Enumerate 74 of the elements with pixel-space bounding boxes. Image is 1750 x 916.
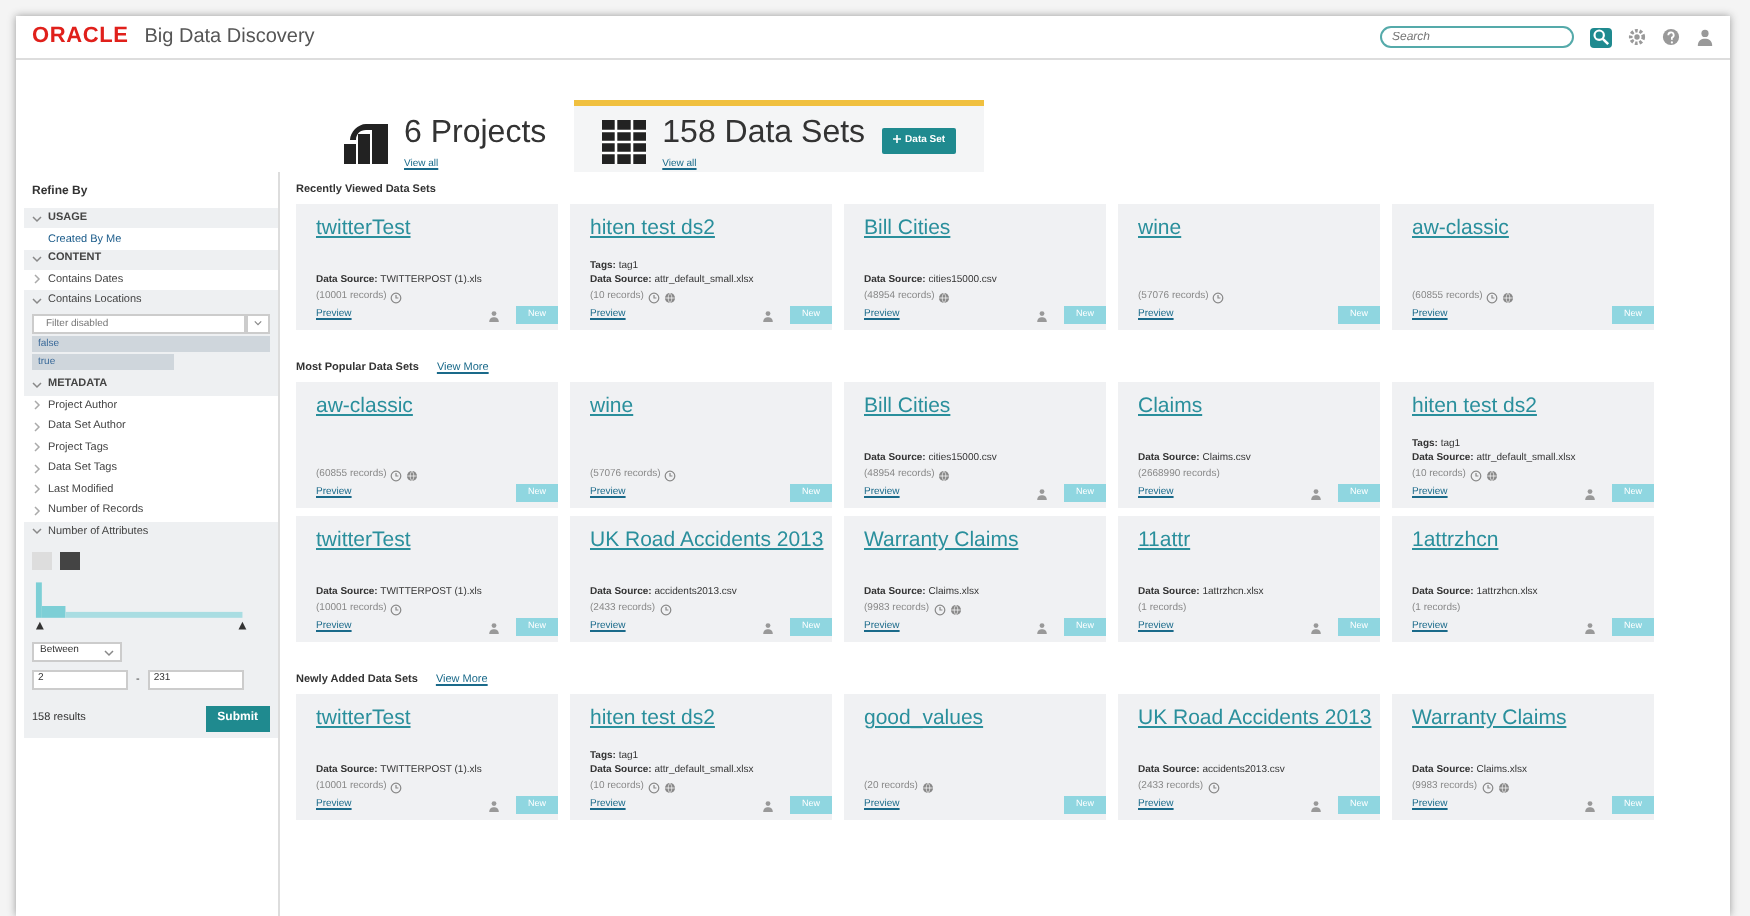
dataset-title[interactable]: wine (1138, 214, 1380, 246)
search-button[interactable] (1590, 27, 1612, 47)
plus-icon (891, 133, 902, 144)
clock-icon (390, 781, 403, 793)
globe-icon (949, 603, 962, 615)
clock-icon (1481, 781, 1494, 793)
dataset-title[interactable]: aw-classic (316, 392, 558, 424)
person-icon (761, 799, 774, 812)
dataset-title[interactable]: Bill Cities (864, 214, 1106, 246)
dataset-title[interactable]: Warranty Claims (864, 526, 1106, 558)
dataset-title[interactable]: aw-classic (1412, 214, 1654, 246)
dataset-title[interactable]: Bill Cities (864, 392, 1106, 424)
dataset-title[interactable]: Claims (1138, 392, 1380, 424)
person-icon (1583, 487, 1596, 500)
clock-icon (390, 291, 403, 303)
tab-title: 6 Projects (404, 115, 547, 150)
clock-icon (933, 603, 946, 615)
dataset-title[interactable]: Warranty Claims (1412, 704, 1654, 736)
tab-title: 158 Data Sets (662, 115, 866, 150)
clock-icon (1207, 781, 1220, 793)
globe-icon (1497, 781, 1510, 793)
user-icon[interactable] (1696, 28, 1714, 46)
person-icon (1035, 621, 1048, 634)
help-icon[interactable] (1662, 28, 1680, 46)
clock-icon (390, 603, 403, 615)
person-icon (1035, 487, 1048, 500)
dataset-title[interactable]: UK Road Accidents 2013 (1138, 704, 1380, 736)
clock-icon (647, 291, 660, 303)
dataset-title[interactable]: twitterTest (316, 526, 558, 558)
clock-icon (1486, 291, 1499, 303)
logo: ORACLE (32, 22, 129, 53)
clock-icon (647, 781, 660, 793)
dataset-title[interactable]: twitterTest (316, 214, 558, 246)
person-icon (1309, 487, 1322, 500)
globe-icon (1485, 469, 1498, 481)
globe-icon (663, 781, 676, 793)
globe-icon (938, 469, 951, 481)
clock-icon (664, 469, 677, 481)
search-icon (1592, 28, 1610, 46)
chevron-down-icon (104, 647, 114, 657)
person-icon (1035, 309, 1048, 322)
dataset-title[interactable]: twitterTest (316, 704, 558, 736)
dataset-title[interactable]: hiten test ds2 (1412, 392, 1654, 424)
bar-chart-icon (344, 119, 388, 163)
dataset-title[interactable]: good_values (864, 704, 1106, 736)
dataset-title[interactable]: wine (590, 392, 832, 424)
dropdown-button[interactable] (246, 313, 270, 333)
person-icon (761, 621, 774, 634)
settings-icon[interactable] (1628, 28, 1646, 46)
person-icon (1583, 799, 1596, 812)
person-icon (1309, 799, 1322, 812)
dataset-title[interactable]: 11attr (1138, 526, 1380, 558)
globe-icon (938, 291, 951, 303)
clock-icon (390, 469, 403, 481)
grid-icon (602, 119, 647, 163)
person-icon (1583, 621, 1596, 634)
person-icon (487, 799, 500, 812)
person-icon (1309, 621, 1322, 634)
clock-icon (659, 603, 672, 615)
dataset-title[interactable]: hiten test ds2 (590, 214, 832, 246)
globe-icon (406, 469, 419, 481)
product-name: Big Data Discovery (144, 24, 315, 52)
clock-icon (1212, 291, 1225, 303)
globe-icon (921, 781, 934, 793)
globe-icon (1502, 291, 1515, 303)
person-icon (761, 309, 774, 322)
person-icon (487, 309, 500, 322)
dataset-title[interactable]: 1attrzhcn (1412, 526, 1654, 558)
histogram-toggle[interactable] (60, 552, 80, 570)
person-icon (487, 621, 500, 634)
dataset-title[interactable]: hiten test ds2 (590, 704, 832, 736)
globe-icon (663, 291, 676, 303)
dataset-title[interactable]: UK Road Accidents 2013 (590, 526, 832, 558)
clock-icon (1469, 469, 1482, 481)
